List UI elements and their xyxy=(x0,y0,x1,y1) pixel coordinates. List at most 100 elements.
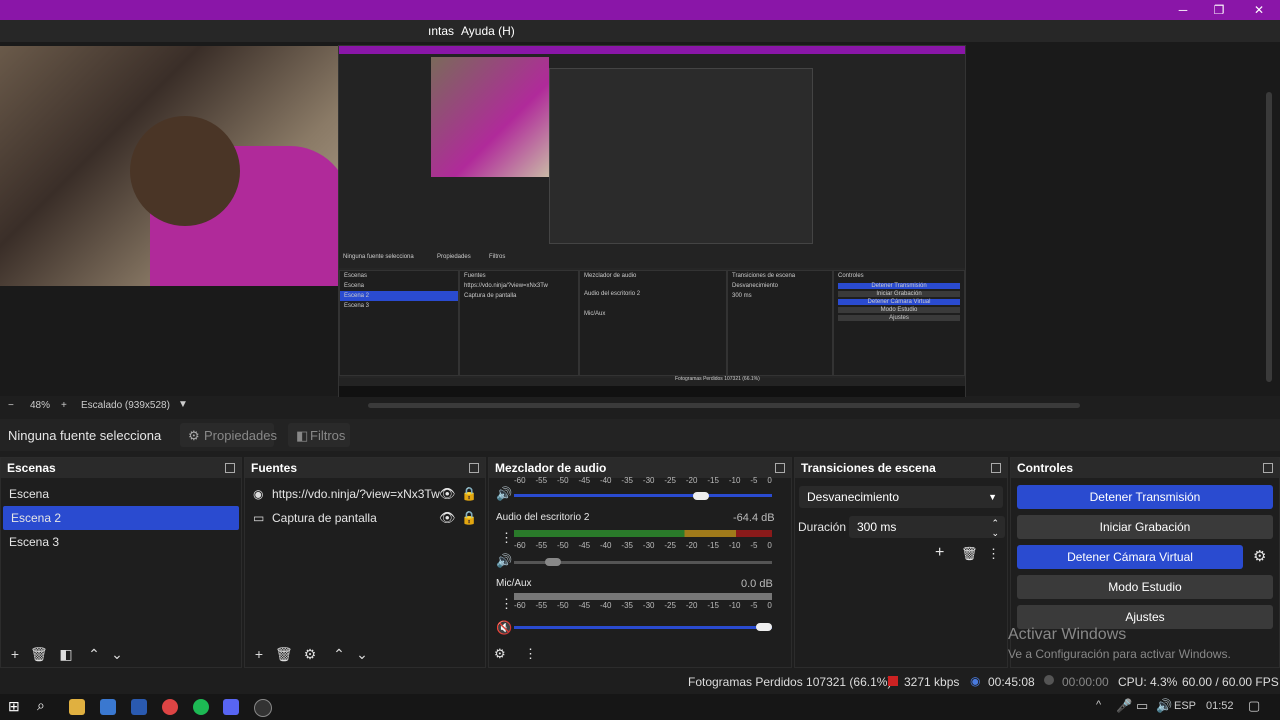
nested-transitions-title: Transiciones de escena xyxy=(732,273,796,279)
volume-slider[interactable] xyxy=(514,494,772,497)
nested-controls: Controles Detener Transmisión Iniciar Gr… xyxy=(833,270,965,376)
volume-slider[interactable] xyxy=(514,626,772,629)
studio-mode-button[interactable]: Modo Estudio xyxy=(1017,575,1273,599)
tray-chevron-icon[interactable]: ^ xyxy=(1096,699,1101,711)
speaker-icon[interactable]: 🔊 xyxy=(496,486,512,502)
nested-title-bar xyxy=(339,46,965,54)
kebab-icon[interactable]: ⋮ xyxy=(500,596,513,612)
nested-source-url: https://vdo.ninja/?view=xNx3Tw xyxy=(464,283,548,289)
lock-icon[interactable]: 🔒 xyxy=(461,510,477,526)
move-down-icon[interactable]: ⌄ xyxy=(354,646,370,662)
preview-vscroll[interactable] xyxy=(1266,92,1272,382)
muted-speaker-icon[interactable]: 🔇 xyxy=(496,620,512,636)
kebab-icon[interactable]: ⋮ xyxy=(500,530,513,546)
dock-icon[interactable] xyxy=(225,463,235,473)
add-icon[interactable]: + xyxy=(251,646,267,662)
microphone-icon[interactable]: 🎤 xyxy=(1116,698,1132,714)
zoom-out-button[interactable]: − xyxy=(8,400,14,411)
nested-sources: Fuentes https://vdo.ninja/?view=xNx3Tw C… xyxy=(459,270,579,376)
zoom-in-button[interactable]: + xyxy=(61,400,67,411)
mixer-header: Mezclador de audio xyxy=(489,458,791,478)
mail-icon[interactable] xyxy=(131,699,147,715)
gear-icon[interactable]: ⚙ xyxy=(302,646,318,662)
tick: -40 xyxy=(599,601,612,610)
tick: -45 xyxy=(578,476,591,485)
close-button[interactable]: ✕ xyxy=(1244,2,1274,18)
menu-bar: ıntas Ayuda (H) xyxy=(0,20,1280,42)
stop-virtual-cam-button[interactable]: Detener Cámara Virtual xyxy=(1017,545,1243,569)
dock-icon[interactable] xyxy=(1263,463,1273,473)
add-icon[interactable]: + xyxy=(7,646,23,662)
dock-icon[interactable] xyxy=(991,463,1001,473)
notifications-icon[interactable]: ▢ xyxy=(1248,698,1260,714)
tick: -10 xyxy=(728,541,741,550)
trash-icon[interactable]: 🗑 xyxy=(961,546,978,562)
minimize-button[interactable]: ─ xyxy=(1168,2,1198,18)
network-icon[interactable]: ▭ xyxy=(1136,698,1148,714)
menu-help[interactable]: Ayuda (H) xyxy=(461,24,515,38)
dock-icon[interactable] xyxy=(469,463,479,473)
source-label: https://vdo.ninja/?view=xNx3Tw xyxy=(272,487,440,501)
transitions-title: Transiciones de escena xyxy=(801,461,936,475)
windows-start-icon[interactable]: ⊞ xyxy=(8,698,20,715)
nested-start-record: Iniciar Grabación xyxy=(838,291,960,297)
activation-watermark-title: Activar Windows xyxy=(1008,626,1127,643)
filter-icon[interactable]: ◧ xyxy=(58,646,74,662)
volume-knob[interactable] xyxy=(693,492,709,500)
dock-icon[interactable] xyxy=(775,463,785,473)
scene-item[interactable]: Escena 3 xyxy=(1,530,241,554)
search-icon[interactable]: ⌕ xyxy=(37,697,45,714)
preview-canvas[interactable]: Ninguna fuente selecciona Propiedades Fi… xyxy=(0,42,1280,399)
kebab-icon[interactable]: ⋮ xyxy=(987,546,1000,562)
speaker-icon[interactable]: 🔊 xyxy=(496,553,512,569)
tick: -20 xyxy=(685,476,698,485)
volume-icon[interactable]: 🔊 xyxy=(1156,698,1172,714)
filters-button[interactable]: ◧ Filtros xyxy=(288,423,350,447)
lock-icon[interactable]: 🔒 xyxy=(461,486,477,502)
chrome-icon[interactable] xyxy=(162,699,178,715)
tick: -5 xyxy=(750,601,758,610)
discord-icon[interactable] xyxy=(223,699,239,715)
kebab-icon[interactable]: ⋮ xyxy=(524,646,537,662)
menu-tools[interactable]: ıntas xyxy=(428,24,454,38)
file-explorer-icon[interactable] xyxy=(69,699,85,715)
spotify-icon[interactable] xyxy=(193,699,209,715)
volume-knob[interactable] xyxy=(756,623,772,631)
bitrate-indicator-icon xyxy=(888,676,898,686)
preview-hscroll[interactable] xyxy=(368,403,1080,408)
tick: 0 xyxy=(767,476,772,485)
scene-item[interactable]: Escena xyxy=(1,482,241,506)
transition-select[interactable]: Desvanecimiento ▼ xyxy=(799,486,1003,508)
gear-icon[interactable]: ⚙ xyxy=(1253,547,1266,565)
zoom-strip: − 48% + Escalado (939x528) ▼ xyxy=(0,397,1280,415)
tick: -40 xyxy=(599,541,612,550)
trash-icon[interactable]: 🗑 xyxy=(30,646,48,662)
tick: 0 xyxy=(767,601,772,610)
eye-icon[interactable]: 👁 xyxy=(439,486,456,502)
trash-icon[interactable]: 🗑 xyxy=(275,646,293,662)
spin-down-icon[interactable]: ⌄ xyxy=(991,522,999,544)
move-up-icon[interactable]: ⌃ xyxy=(331,646,347,662)
add-icon[interactable]: + xyxy=(935,544,944,562)
source-item-browser[interactable]: ◉ https://vdo.ninja/?view=xNx3Tw xyxy=(245,482,440,506)
scene-item-selected[interactable]: Escena 2 xyxy=(3,506,239,530)
tick: -10 xyxy=(728,601,741,610)
start-record-button[interactable]: Iniciar Grabación xyxy=(1017,515,1273,539)
duration-spinbox[interactable]: 300 ms ⌃ ⌄ xyxy=(849,516,1005,538)
channel-name: Audio del escritorio 2 xyxy=(496,512,590,523)
scale-dropdown-icon[interactable]: ▼ xyxy=(178,399,188,410)
move-up-icon[interactable]: ⌃ xyxy=(86,646,102,662)
eye-icon[interactable]: 👁 xyxy=(439,510,456,526)
nested-studio: Modo Estudio xyxy=(838,307,960,313)
stop-stream-button[interactable]: Detener Transmisión xyxy=(1017,485,1273,509)
volume-knob[interactable] xyxy=(545,558,561,566)
tick: 0 xyxy=(767,541,772,550)
move-down-icon[interactable]: ⌄ xyxy=(109,646,125,662)
language-indicator[interactable]: ESP xyxy=(1174,700,1196,712)
maximize-button[interactable]: ❐ xyxy=(1204,2,1234,18)
clock[interactable]: 01:52 xyxy=(1206,700,1234,712)
properties-button[interactable]: ⚙ Propiedades xyxy=(180,423,277,447)
advanced-audio-icon[interactable]: ⚙ xyxy=(494,646,506,662)
obs-icon[interactable] xyxy=(254,699,272,717)
store-icon[interactable] xyxy=(100,699,116,715)
